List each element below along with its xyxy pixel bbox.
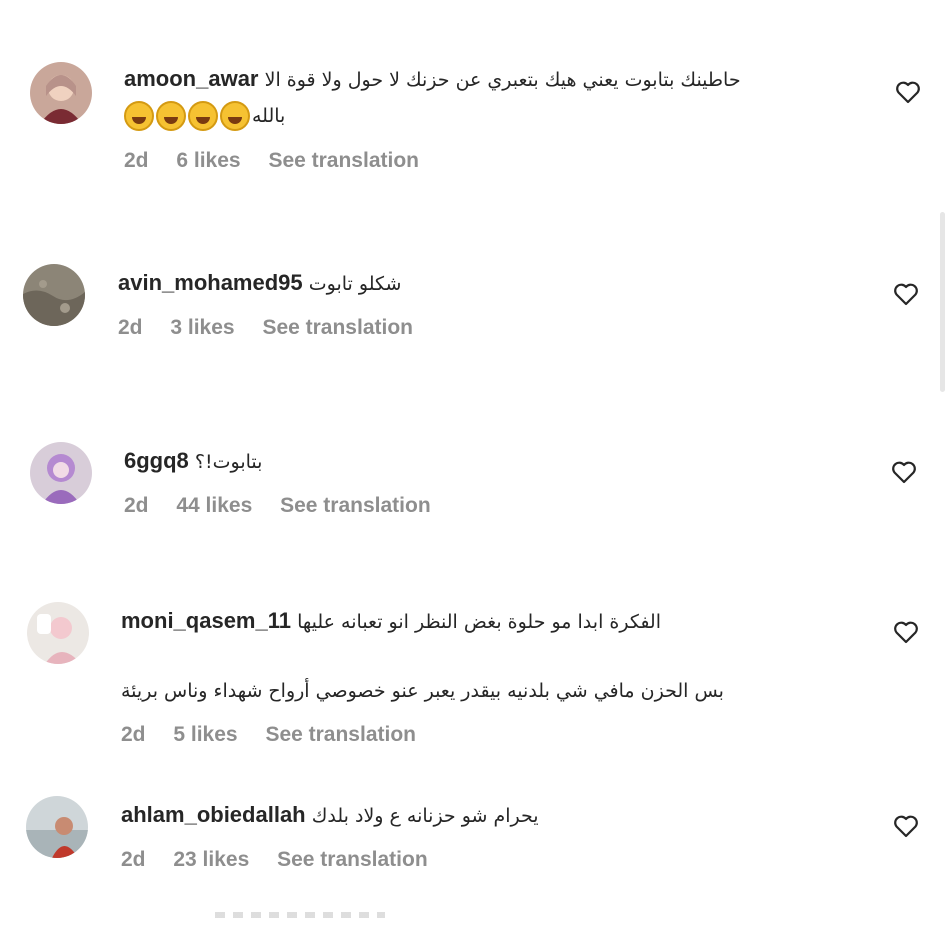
timestamp: 2d (121, 848, 146, 871)
joy-emoji (156, 101, 186, 132)
comment-header: 6ggq8 بتابوت!؟ (124, 446, 262, 477)
see-translation-link[interactable]: See translation (262, 316, 413, 339)
comment-text: بس الحزن مافي شي بلدنيه بيقدر يعبر عنو خ… (121, 680, 724, 702)
see-translation-link[interactable]: See translation (277, 848, 428, 871)
avatar[interactable] (27, 602, 89, 664)
username[interactable]: avin_mohamed95 (118, 270, 303, 295)
heart-outline-icon[interactable] (893, 620, 919, 644)
comment-text: بتابوت!؟ (194, 451, 263, 473)
timestamp: 2d (121, 723, 146, 746)
comment-text: يحرام شو حزنانه ع ولاد بلدك (311, 805, 539, 827)
username[interactable]: 6ggq8 (124, 448, 189, 473)
see-translation-link[interactable]: See translation (280, 494, 431, 517)
comment-meta: 2d 44 likes See translation (124, 493, 453, 519)
heart-outline-icon[interactable] (893, 814, 919, 838)
comment-header: moni_qasem_11 الفكرة ابدا مو حلوة بغض ال… (121, 606, 661, 637)
comment-text: حاطينك بتابوت يعني هيك بتعبري عن حزنك لا… (264, 69, 741, 91)
heart-outline-icon[interactable] (891, 460, 917, 484)
comment-text-line2: بس الحزن مافي شي بلدنيه بيقدر يعبر عنو خ… (121, 675, 724, 706)
joy-emoji (220, 101, 250, 132)
heart-outline-icon[interactable] (895, 80, 921, 104)
comment-header: ahlam_obiedallah يحرام شو حزنانه ع ولاد … (121, 800, 539, 831)
comment-text: الفكرة ابدا مو حلوة بغض النظر انو تعبانه… (297, 611, 661, 633)
likes-count[interactable]: 44 likes (176, 494, 252, 517)
joy-emoji (188, 101, 218, 132)
joy-emoji (124, 101, 154, 132)
timestamp: 2d (118, 316, 143, 339)
comment-text: بالله (252, 105, 286, 127)
scrollbar[interactable] (940, 212, 945, 392)
comment-meta: 2d 6 likes See translation (124, 148, 441, 174)
comment-header: avin_mohamed95 شكلو تابوت (118, 268, 401, 299)
comment-text: شكلو تابوت (308, 273, 402, 295)
username[interactable]: amoon_awar (124, 66, 259, 91)
see-translation-link[interactable]: See translation (268, 149, 419, 172)
timestamp: 2d (124, 149, 149, 172)
avatar[interactable] (23, 264, 85, 326)
likes-count[interactable]: 5 likes (173, 723, 237, 746)
next-comment-peek (215, 912, 385, 918)
avatar[interactable] (30, 62, 92, 124)
avatar[interactable] (30, 442, 92, 504)
see-translation-link[interactable]: See translation (265, 723, 416, 746)
username[interactable]: ahlam_obiedallah (121, 802, 306, 827)
comment-text-line2: بالله (124, 100, 286, 132)
comment-meta: 2d 5 likes See translation (121, 722, 438, 748)
comment-header: amoon_awar حاطينك بتابوت يعني هيك بتعبري… (124, 64, 741, 95)
likes-count[interactable]: 23 likes (173, 848, 249, 871)
likes-count[interactable]: 6 likes (176, 149, 240, 172)
comment-meta: 2d 3 likes See translation (118, 315, 435, 341)
likes-count[interactable]: 3 likes (170, 316, 234, 339)
username[interactable]: moni_qasem_11 (121, 608, 291, 633)
avatar[interactable] (26, 796, 88, 858)
timestamp: 2d (124, 494, 149, 517)
comment-meta: 2d 23 likes See translation (121, 847, 450, 873)
heart-outline-icon[interactable] (893, 282, 919, 306)
